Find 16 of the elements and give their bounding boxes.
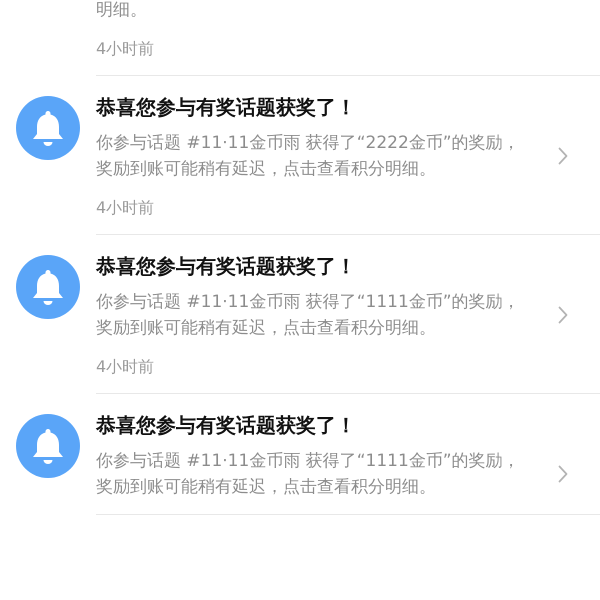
timestamp: 4小时前: [96, 356, 156, 378]
notification-title: 恭喜您参与有奖话题获奖了！: [96, 253, 357, 279]
timestamp: 4小时前: [96, 38, 156, 60]
chevron-right-icon[interactable]: [558, 465, 568, 483]
notification-title: 恭喜您参与有奖话题获奖了！: [96, 412, 357, 438]
timestamp: 4小时前: [96, 197, 156, 219]
chevron-right-icon[interactable]: [558, 147, 568, 165]
notification-body: 你参与话题 #11·11金币雨 获得了“2222金币”的奖励，奖励到账可能稍有延迟，点击查看积分明细。: [96, 132, 521, 181]
notification-body: 你参与话题 #11·11金币雨 获得了“1111金币”的奖励，奖励到账可能稍有延迟，点击查看积分明细。: [96, 291, 521, 340]
notification-title: 恭喜您参与有奖话题获奖了！: [96, 94, 357, 120]
bell-icon: [16, 96, 80, 160]
bell-icon: [16, 414, 80, 478]
notification-body: 明细。: [96, 0, 148, 22]
bell-icon: [16, 255, 80, 319]
notification-body: 你参与话题 #11·11金币雨 获得了“1111金币”的奖励，奖励到账可能稍有延迟，点击查看积分明细。: [96, 450, 521, 499]
chevron-right-icon[interactable]: [558, 306, 568, 324]
